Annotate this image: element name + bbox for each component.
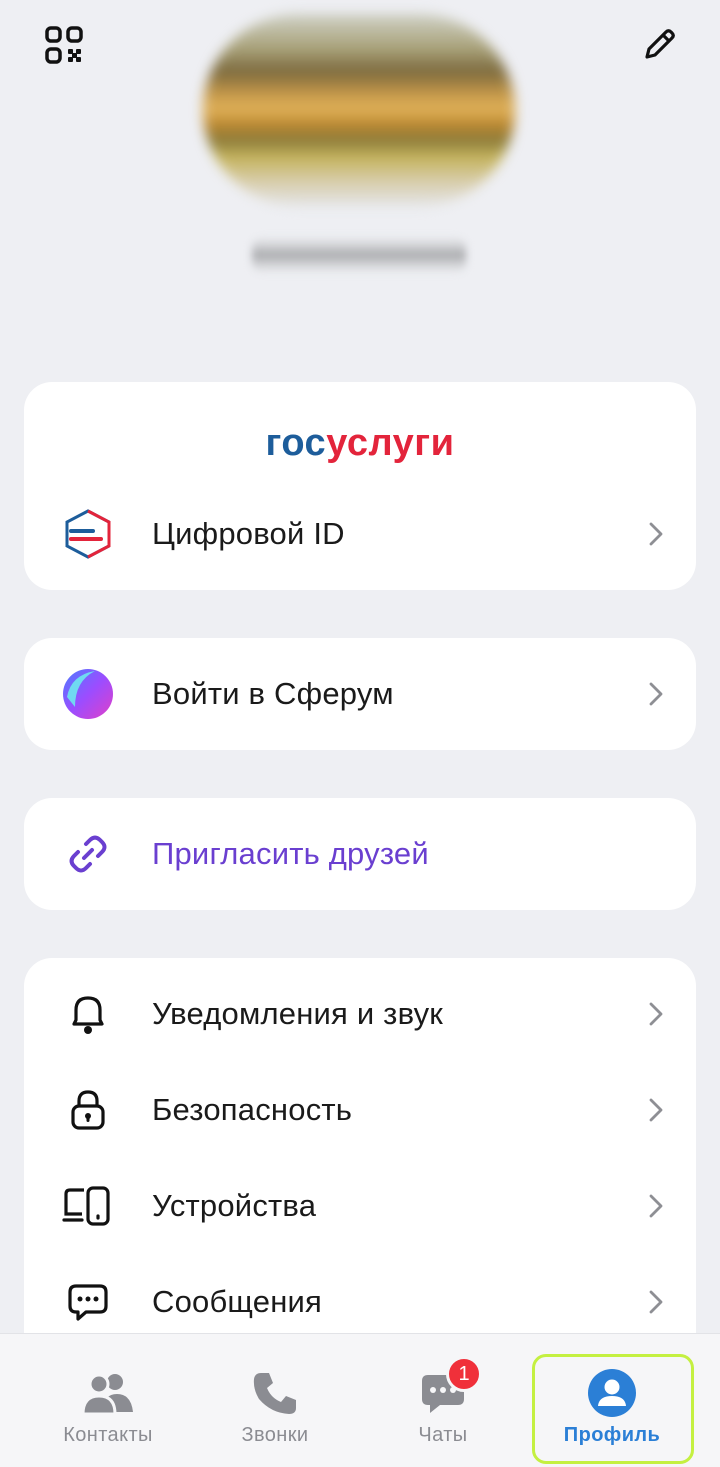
tab-label: Звонки bbox=[241, 1424, 309, 1446]
gosuslugi-logo: госуслуги bbox=[265, 422, 455, 464]
gosuslugi-card: госуслуги Цифровой ID bbox=[24, 382, 696, 590]
chevron-right-icon bbox=[644, 1290, 668, 1314]
chevron-right-icon bbox=[644, 1002, 668, 1026]
contacts-icon bbox=[81, 1366, 135, 1420]
invite-card: Пригласить друзей bbox=[24, 798, 696, 910]
invite-friends-label: Пригласить друзей bbox=[152, 836, 429, 871]
chevron-right-icon bbox=[644, 1098, 668, 1122]
phone-icon bbox=[248, 1366, 302, 1420]
qr-code-button[interactable] bbox=[43, 25, 85, 70]
active-tab-highlight bbox=[532, 1354, 694, 1464]
avatar[interactable] bbox=[203, 14, 515, 206]
tab-chats[interactable]: Чаты bbox=[368, 1334, 518, 1467]
unread-badge: 1 bbox=[446, 1356, 482, 1392]
pencil-icon bbox=[639, 25, 679, 70]
profile-name bbox=[252, 238, 466, 272]
settings-item-notifications[interactable]: Уведомления и звук bbox=[24, 966, 696, 1062]
settings-item-label: Устройства bbox=[152, 1188, 317, 1223]
tab-label: Контакты bbox=[63, 1424, 153, 1446]
chevron-right-icon bbox=[644, 682, 668, 706]
link-icon bbox=[60, 826, 116, 882]
tab-label: Чаты bbox=[418, 1424, 468, 1446]
invite-friends-item[interactable]: Пригласить друзей bbox=[24, 806, 696, 902]
settings-item-label: Уведомления и звук bbox=[152, 996, 444, 1031]
sferum-item[interactable]: Войти в Сферум bbox=[24, 646, 696, 742]
tab-contacts[interactable]: Контакты bbox=[33, 1334, 183, 1467]
digital-id-item[interactable]: Цифровой ID bbox=[24, 486, 696, 582]
sferum-card: Войти в Сферум bbox=[24, 638, 696, 750]
digital-id-icon bbox=[60, 506, 116, 562]
chevron-right-icon bbox=[644, 1194, 668, 1218]
sferum-label: Войти в Сферум bbox=[152, 676, 394, 711]
settings-item-security[interactable]: Безопасность bbox=[24, 1062, 696, 1158]
digital-id-label: Цифровой ID bbox=[152, 516, 345, 551]
settings-item-label: Сообщения bbox=[152, 1284, 323, 1319]
devices-icon bbox=[60, 1178, 116, 1234]
bell-icon bbox=[60, 986, 116, 1042]
settings-item-label: Безопасность bbox=[152, 1092, 353, 1127]
settings-item-devices[interactable]: Устройства bbox=[24, 1158, 696, 1254]
settings-card: Уведомления и звук Безопасность Устройст… bbox=[24, 958, 696, 1378]
tab-calls[interactable]: Звонки bbox=[200, 1334, 350, 1467]
lock-icon bbox=[60, 1082, 116, 1138]
chevron-right-icon bbox=[644, 522, 668, 546]
sferum-icon bbox=[60, 666, 116, 722]
message-icon bbox=[60, 1274, 116, 1330]
qr-code-icon bbox=[44, 25, 84, 70]
edit-profile-button[interactable] bbox=[638, 26, 680, 68]
